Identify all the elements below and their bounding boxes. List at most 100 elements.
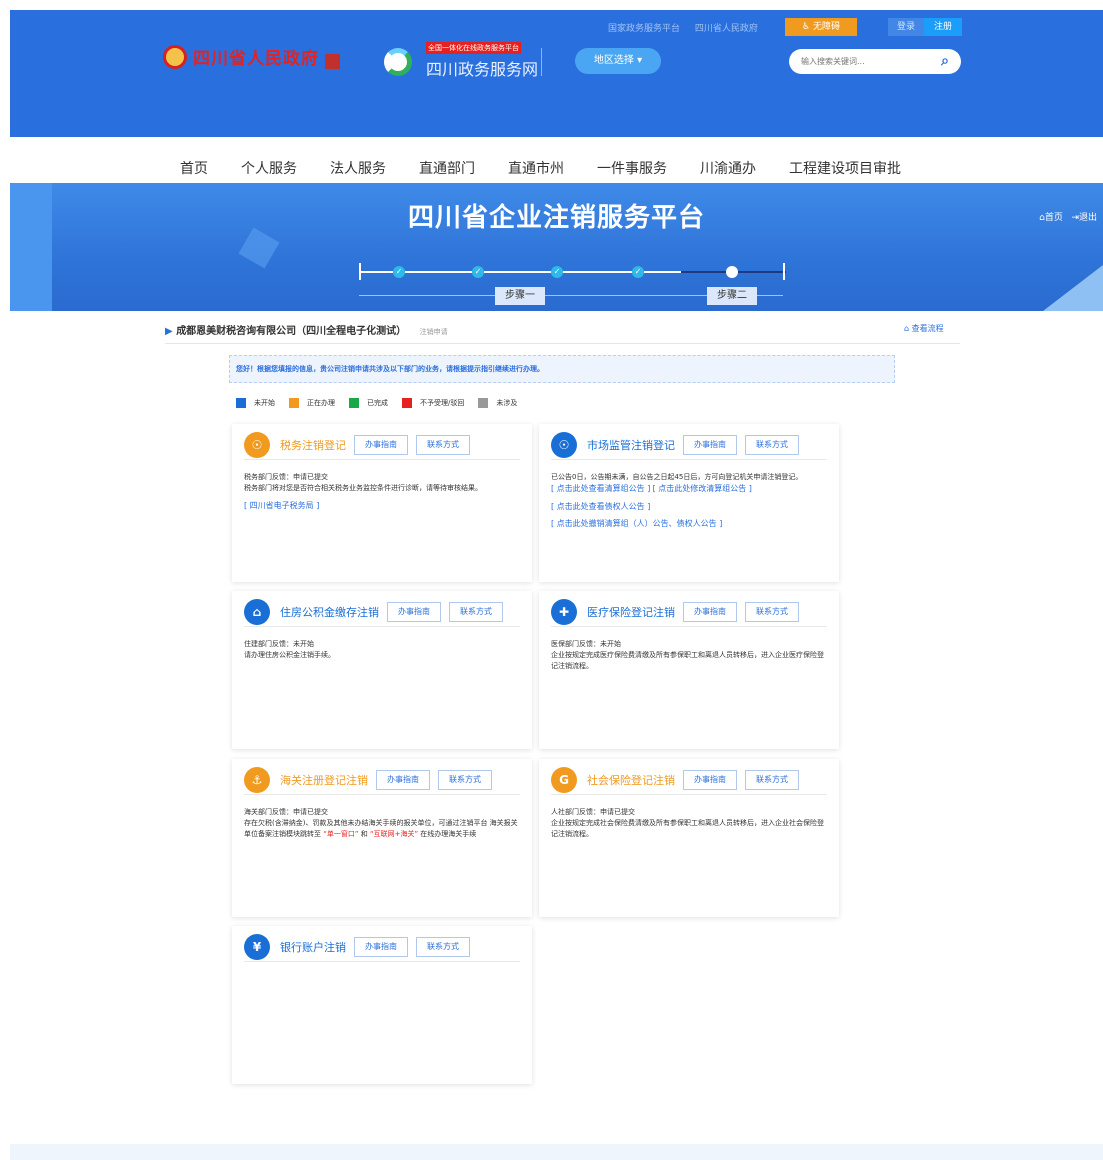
status-line: 存在欠税(含滞纳金)、罚款及其他未办结海关手续的报关单位，可通过注销平台 海关报… (244, 818, 520, 840)
status-text: 在线办理海关手续 (418, 830, 477, 838)
customs-icon: ⚓ (244, 766, 270, 793)
region-select[interactable]: 地区选择 ▾ (575, 48, 661, 74)
card-customs: ⚓ 海关注册登记注销 办事指南 联系方式 海关部门反馈：申请已提交 存在欠税(含… (232, 759, 532, 917)
bullet-icon: ▶ (165, 326, 173, 337)
nav-construction[interactable]: 工程建设项目审批 (789, 158, 901, 178)
view-creditor-link[interactable]: [ 点击此处查看债权人公告 ] (551, 501, 827, 512)
guide-button[interactable]: 办事指南 (683, 769, 737, 790)
search-input[interactable] (801, 57, 921, 66)
card-header: ✚ 医疗保险登记注销 办事指南 联系方式 (551, 597, 827, 627)
nav-city[interactable]: 直通市州 (508, 158, 564, 178)
tax-bureau-link[interactable]: [ 四川省电子税务局 ] (244, 500, 520, 511)
card-title: 市场监管注销登记 (587, 438, 675, 452)
internet-customs-highlight: “互联网+海关” (369, 830, 419, 838)
status-line: 企业按规定完成医疗保险费清缴及所有参保职工和离退人员转移后，进入企业医疗保险登记… (551, 651, 824, 670)
national-emblem-icon (163, 44, 187, 69)
card-tax: ☉ 税务注销登记 办事指南 联系方式 税务部门反馈：申请已提交 税务部门将对您是… (232, 424, 532, 582)
legend-swatch (349, 398, 359, 408)
platform-title: 四川省企业注销服务平台 (407, 203, 705, 233)
revoke-announcement-link[interactable]: [ 点击此处撤销清算组（人）公告、债权人公告 ] (551, 518, 827, 529)
card-bank: ¥ 银行账户注销 办事指南 联系方式 (232, 926, 532, 1084)
notice-box: 您好！根据您填报的信息，贵公司注销申请共涉及以下部门的业务，请根据提示指引继续进… (229, 355, 895, 383)
status-line: 税务部门反馈：申请已提交 (244, 473, 328, 481)
legend-swatch (402, 398, 412, 408)
bank-account-icon: ¥ (244, 933, 270, 960)
nav-legal[interactable]: 法人服务 (330, 158, 386, 178)
progress-start-tick (359, 263, 361, 280)
step-done-icon: ✓ (632, 266, 644, 278)
platform-name: 四川政务服务网 (426, 60, 539, 79)
medical-insurance-icon: ✚ (551, 598, 577, 625)
login-button[interactable]: 登录 (888, 18, 924, 36)
top-links: 国家政务服务平台 四川省人民政府 (608, 21, 770, 34)
view-flow-link[interactable]: ⌂ 查看流程 (904, 323, 944, 334)
contact-button[interactable]: 联系方式 (745, 769, 799, 790)
card-header: ☉ 市场监管注销登记 办事指南 联系方式 (551, 430, 827, 460)
logout-link[interactable]: ⇥退出 (1071, 213, 1097, 223)
step2-label: 步骤二 (707, 287, 757, 305)
contact-button[interactable]: 联系方式 (416, 936, 470, 957)
main-nav: 首页 个人服务 法人服务 直通部门 直通市州 一件事服务 川渝通办 工程建设项目… (180, 158, 934, 178)
contact-button[interactable]: 联系方式 (449, 601, 503, 622)
contact-button[interactable]: 联系方式 (438, 769, 492, 790)
divider (165, 343, 960, 344)
status-line: 税务部门将对您是否符合相关税务业务监控条件进行诊断，请等待审核结果。 (244, 484, 482, 492)
edit-liquidation-link[interactable]: [ 点击此处修改清算组公告 ] (653, 484, 752, 493)
legend-label: 未涉及 (496, 399, 518, 407)
nav-personal[interactable]: 个人服务 (241, 158, 297, 178)
sichuan-gov-logo[interactable]: 四川省人民政府 (163, 44, 340, 69)
status-line: 企业按规定完成社会保险费清缴及所有参保职工和离退人员转移后，进入企业社会保险登记… (551, 819, 824, 838)
company-name: 成都恩美财税咨询有限公司（四川全程电子化测试） (176, 326, 407, 337)
market-emblem-icon: ☉ (551, 431, 577, 458)
card-body: 医保部门反馈：未开始 企业按规定完成医疗保险费清缴及所有参保职工和离退人员转移后… (551, 639, 827, 672)
contact-button[interactable]: 联系方式 (416, 434, 470, 455)
nav-home[interactable]: 首页 (180, 158, 208, 178)
legend-swatch (289, 398, 299, 408)
card-body: 人社部门反馈：申请已提交 企业按规定完成社会保险费清缴及所有参保职工和离退人员转… (551, 807, 827, 840)
progress-end-tick (783, 263, 785, 280)
guide-button[interactable]: 办事指南 (683, 434, 737, 455)
contact-button[interactable]: 联系方式 (745, 434, 799, 455)
banner-decoration (1043, 265, 1103, 311)
home-link[interactable]: ⌂首页 (1039, 213, 1063, 223)
legend-swatch (236, 398, 246, 408)
nav-chuanyu[interactable]: 川渝通办 (700, 158, 756, 178)
top-link-province[interactable]: 四川省人民政府 (695, 24, 758, 34)
step-progress: ✓ ✓ ✓ ✓ 步骤一 步骤二 (349, 263, 789, 311)
guide-button[interactable]: 办事指南 (387, 601, 441, 622)
top-link-national[interactable]: 国家政务服务平台 (608, 24, 680, 34)
accessibility-button[interactable]: ♿ 无障碍 (785, 18, 857, 36)
sichuan-service-logo[interactable]: 全国一体化在线政务服务平台 四川政务服务网 (384, 42, 539, 80)
view-liquidation-link[interactable]: [ 点击此处查看清算组公告 ] (551, 484, 650, 493)
status-text: 和 (358, 830, 370, 838)
view-flow-label: 查看流程 (911, 324, 944, 333)
seal-icon (325, 54, 340, 69)
search-box: ⌕ (789, 49, 961, 74)
search-icon[interactable]: ⌕ (941, 53, 949, 69)
status-legend: 未开始 正在办理 已完成 不予受理/驳回 未涉及 (236, 398, 531, 408)
legend-swatch (478, 398, 489, 408)
status-line: 请办理住房公积金注销手续。 (244, 651, 335, 659)
card-body: 海关部门反馈：申请已提交 存在欠税(含滞纳金)、罚款及其他未办结海关手续的报关单… (244, 807, 520, 840)
nav-dept[interactable]: 直通部门 (419, 158, 475, 178)
step-done-icon: ✓ (393, 266, 405, 278)
social-insurance-icon: G (551, 766, 577, 793)
guide-button[interactable]: 办事指南 (354, 434, 408, 455)
legend-label: 正在办理 (307, 399, 335, 407)
contact-button[interactable]: 联系方式 (745, 601, 799, 622)
card-header: ⌂ 住房公积金缴存注销 办事指南 联系方式 (244, 597, 520, 627)
guide-button[interactable]: 办事指南 (354, 936, 408, 957)
card-title: 住房公积金缴存注销 (280, 605, 379, 619)
status-line: 海关部门反馈：申请已提交 (244, 808, 328, 816)
guide-button[interactable]: 办事指南 (376, 769, 430, 790)
card-header: ☉ 税务注销登记 办事指南 联系方式 (244, 430, 520, 460)
company-sub: 注销申请 (419, 328, 448, 336)
card-body: 税务部门反馈：申请已提交 税务部门将对您是否符合相关税务业务监控条件进行诊断，请… (244, 472, 520, 511)
nav-oneitem[interactable]: 一件事服务 (597, 158, 667, 178)
status-line: 医保部门反馈：未开始 (551, 640, 621, 648)
register-button[interactable]: 注册 (924, 18, 962, 36)
step-done-icon: ✓ (472, 266, 484, 278)
status-line: 住建部门反馈：未开始 (244, 640, 314, 648)
guide-button[interactable]: 办事指南 (683, 601, 737, 622)
step-current-icon (726, 266, 738, 278)
